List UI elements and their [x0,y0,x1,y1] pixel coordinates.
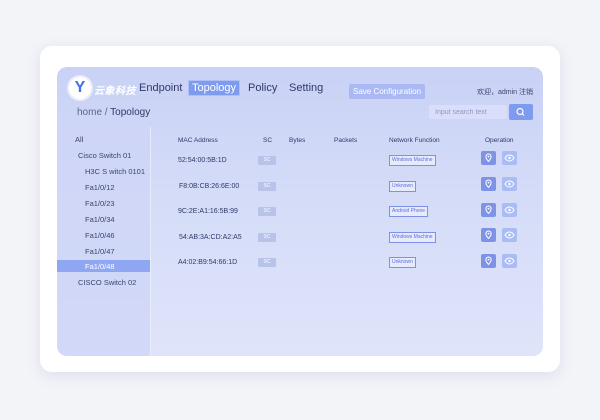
breadcrumb-current: Topology [110,107,151,118]
cell-mac: F8:0B:CB:26:6E:00 [179,183,240,190]
cell-mac: 54:AB:3A:CD:A2:A5 [179,234,242,241]
sc-badge: SC [258,258,276,267]
location-icon [485,205,492,215]
col-header-mac: MAC Address [178,137,218,144]
nav-topology[interactable]: Topology [188,80,241,96]
search-icon [516,107,525,116]
col-header-network-function: Network Function [389,137,440,144]
network-function-tag: Unknown [389,181,416,192]
device-tree-sidebar: All Cisco Switch 01 H3C S witch 0101 Fa1… [57,127,151,356]
top-nav-bar: Y 云象科技 Endpoint Topology Policy Setting … [57,67,543,109]
network-function-tag: Android Phone [389,206,429,217]
cell-mac: 52:54:00:5B:1D [178,157,227,164]
cell-mac: A4:02:B9:54:66:1D [178,259,238,266]
breadcrumb-separator: / [102,107,111,118]
tree-item-h3c-switch[interactable]: H3C S witch 0101 [85,167,145,176]
location-icon [485,153,492,163]
location-icon [485,179,492,189]
breadcrumb: home / Topology [77,107,150,118]
sc-badge: SC [258,233,276,242]
location-button[interactable] [481,203,496,217]
sc-badge: SC [258,156,276,165]
sc-badge: SC [258,182,276,191]
nav-policy[interactable]: Policy [244,80,281,96]
tree-item-cisco-switch-02[interactable]: CISCO Switch 02 [78,278,136,287]
eye-icon [504,154,515,162]
tree-item-port-selected[interactable]: Fa1/0/48 [85,262,115,271]
view-button[interactable] [502,151,517,165]
location-button[interactable] [481,151,496,165]
app-window: Y 云象科技 Endpoint Topology Policy Setting … [57,67,543,356]
search-input[interactable] [429,105,507,119]
col-header-operation: Operation [485,137,514,144]
col-header-sc: SC [263,137,273,144]
nav-setting[interactable]: Setting [285,80,327,96]
tree-item-cisco-switch-01[interactable]: Cisco Switch 01 [78,151,131,160]
tree-item-port[interactable]: Fa1/0/47 [85,247,115,256]
cell-mac: 9C:2E:A1:16:5B:99 [178,208,238,215]
eye-icon [504,206,515,214]
location-button[interactable] [481,177,496,191]
save-configuration-button[interactable]: Save Configuration [349,84,426,99]
location-button[interactable] [481,254,496,268]
location-icon [485,230,492,240]
view-button[interactable] [502,228,517,242]
tree-item-port[interactable]: Fa1/0/46 [85,231,115,240]
user-greeting[interactable]: 欢迎，admin 注销 [477,87,533,97]
network-function-tag: Windows Machine [389,155,436,166]
tree-item-port[interactable]: Fa1/0/23 [85,199,115,208]
eye-icon [504,180,515,188]
nav-endpoint[interactable]: Endpoint [135,80,186,96]
location-button[interactable] [481,228,496,242]
eye-icon [504,257,515,265]
eye-icon [504,231,515,239]
breadcrumb-home[interactable]: home [77,107,102,118]
network-function-tag: Windows Machine [389,232,436,243]
network-function-tag: Unknown [389,257,416,268]
tree-item-port[interactable]: Fa1/0/34 [85,215,115,224]
view-button[interactable] [502,203,517,217]
tree-item-all[interactable]: All [75,135,83,144]
view-button[interactable] [502,254,517,268]
search-button[interactable] [509,104,533,120]
logo-text: 云象科技 [94,86,136,97]
col-header-packets: Packets [334,137,358,144]
sc-badge: SC [258,207,276,216]
col-header-bytes: Bytes [289,137,306,144]
view-button[interactable] [502,177,517,191]
location-icon [485,256,492,266]
logo-icon: Y [69,77,91,99]
tree-item-port[interactable]: Fa1/0/12 [85,183,115,192]
